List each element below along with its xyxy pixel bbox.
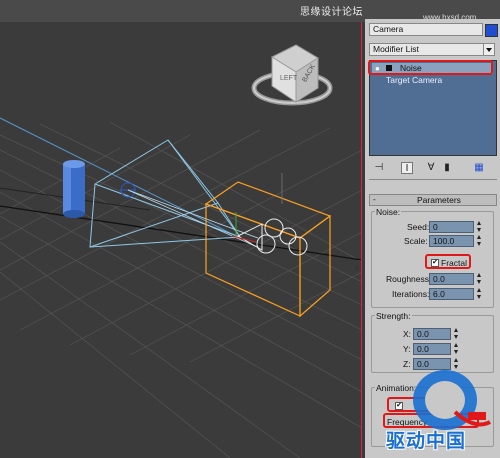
y-strength-field[interactable]: 0.0 [413,343,451,355]
collapse-icon: - [373,195,376,204]
pin-stack-icon[interactable]: ⊣ [373,162,385,174]
strength-group-title: Strength: [375,311,412,321]
show-end-result-icon[interactable]: I [401,162,413,174]
roughness-label: Roughness: [386,274,432,284]
noise-group-title: Noise: [375,207,402,217]
x-label: X: [403,329,412,339]
logo-text: 驱动中国 [386,430,467,452]
scene-drawing: + LEFT BACK [0,0,361,458]
stack-item-label: Target Camera [386,75,443,85]
x-strength-field[interactable]: 0.0 [413,328,451,340]
roughness-field[interactable]: 0.0 [429,273,474,285]
y-strength-spinner[interactable] [453,343,460,354]
highlight-fractal [425,254,471,269]
remove-modifier-icon[interactable]: ▮ [441,162,453,174]
iterations-field[interactable]: 6.0 [429,288,474,300]
x-strength-spinner[interactable] [453,328,460,339]
iterations-label: Iterations: [392,289,430,299]
chevron-down-icon [486,48,492,52]
modifier-list-arrow[interactable] [483,43,495,56]
highlight-noise-modifier [368,60,493,75]
blue-cylinder [63,160,85,218]
iterations-spinner[interactable] [476,288,483,299]
configure-modifier-sets-icon[interactable]: ▦ [473,162,485,174]
seed-label: Seed: [407,222,430,232]
viewport-perspective[interactable]: + LEFT BACK [0,0,362,458]
scale-label: Scale: [404,236,428,246]
viewcube-left-label: LEFT [280,75,298,82]
divider [369,179,497,180]
roughness-spinner[interactable] [476,273,483,284]
object-name-field[interactable]: Camera [369,23,483,36]
rollout-title: Parameters [417,195,461,205]
seed-spinner[interactable] [476,221,483,232]
seed-field[interactable]: 0 [429,221,474,233]
make-unique-icon[interactable]: ∀ [425,162,437,174]
svg-text:+: + [354,264,360,275]
stack-item-target-camera[interactable]: Target Camera [372,75,493,86]
watermark-title: 思缘设计论坛 [300,7,363,18]
object-color-swatch[interactable] [485,24,498,37]
scale-spinner[interactable] [476,235,483,246]
scale-field[interactable]: 100.0 [429,235,474,247]
y-label: Y: [403,344,411,354]
modifier-list-dropdown[interactable]: Modifier List [369,43,485,56]
parameters-rollout-header[interactable]: - Parameters [369,194,497,206]
